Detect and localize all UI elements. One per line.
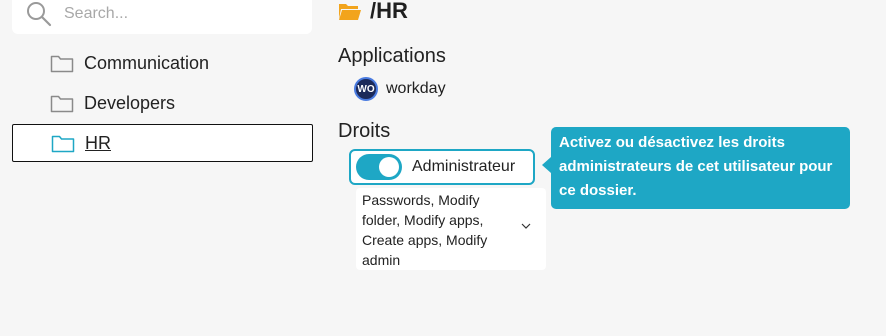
folder-item-developers[interactable]: Developers [12,84,313,122]
permissions-value: Passwords, Modify folder, Modify apps, C… [362,192,488,268]
app-item-workday[interactable]: WO workday [354,77,446,101]
open-folder-icon [339,4,361,20]
folder-label: Communication [84,52,210,73]
search-icon [27,2,52,27]
rights-heading: Droits [338,120,391,142]
admin-toggle-container[interactable]: Administrateur [349,149,535,185]
folder-list: Communication Developers HR [12,44,313,164]
search-input[interactable] [62,4,286,24]
admin-toggle-label: Administrateur [412,158,516,175]
folder-item-communication[interactable]: Communication [12,44,313,82]
page-title-text: /HR [370,0,408,23]
folder-icon [50,95,74,113]
permissions-select[interactable]: Passwords, Modify folder, Modify apps, C… [356,188,546,270]
folder-icon [50,55,74,73]
folder-label: HR [85,132,111,153]
admin-toggle[interactable] [356,154,402,180]
folder-label: Developers [84,92,176,113]
app-name: workday [386,80,446,97]
chevron-down-icon [521,223,531,229]
app-avatar: WO [354,77,378,101]
folder-icon [51,135,75,153]
applications-heading: Applications [338,45,446,67]
folder-item-hr[interactable]: HR [12,124,313,162]
admin-tooltip: Activez ou désactivez les droits adminis… [542,127,850,209]
toggle-knob [379,157,399,177]
page-title: /HR [338,0,408,24]
search-bar [12,0,312,34]
